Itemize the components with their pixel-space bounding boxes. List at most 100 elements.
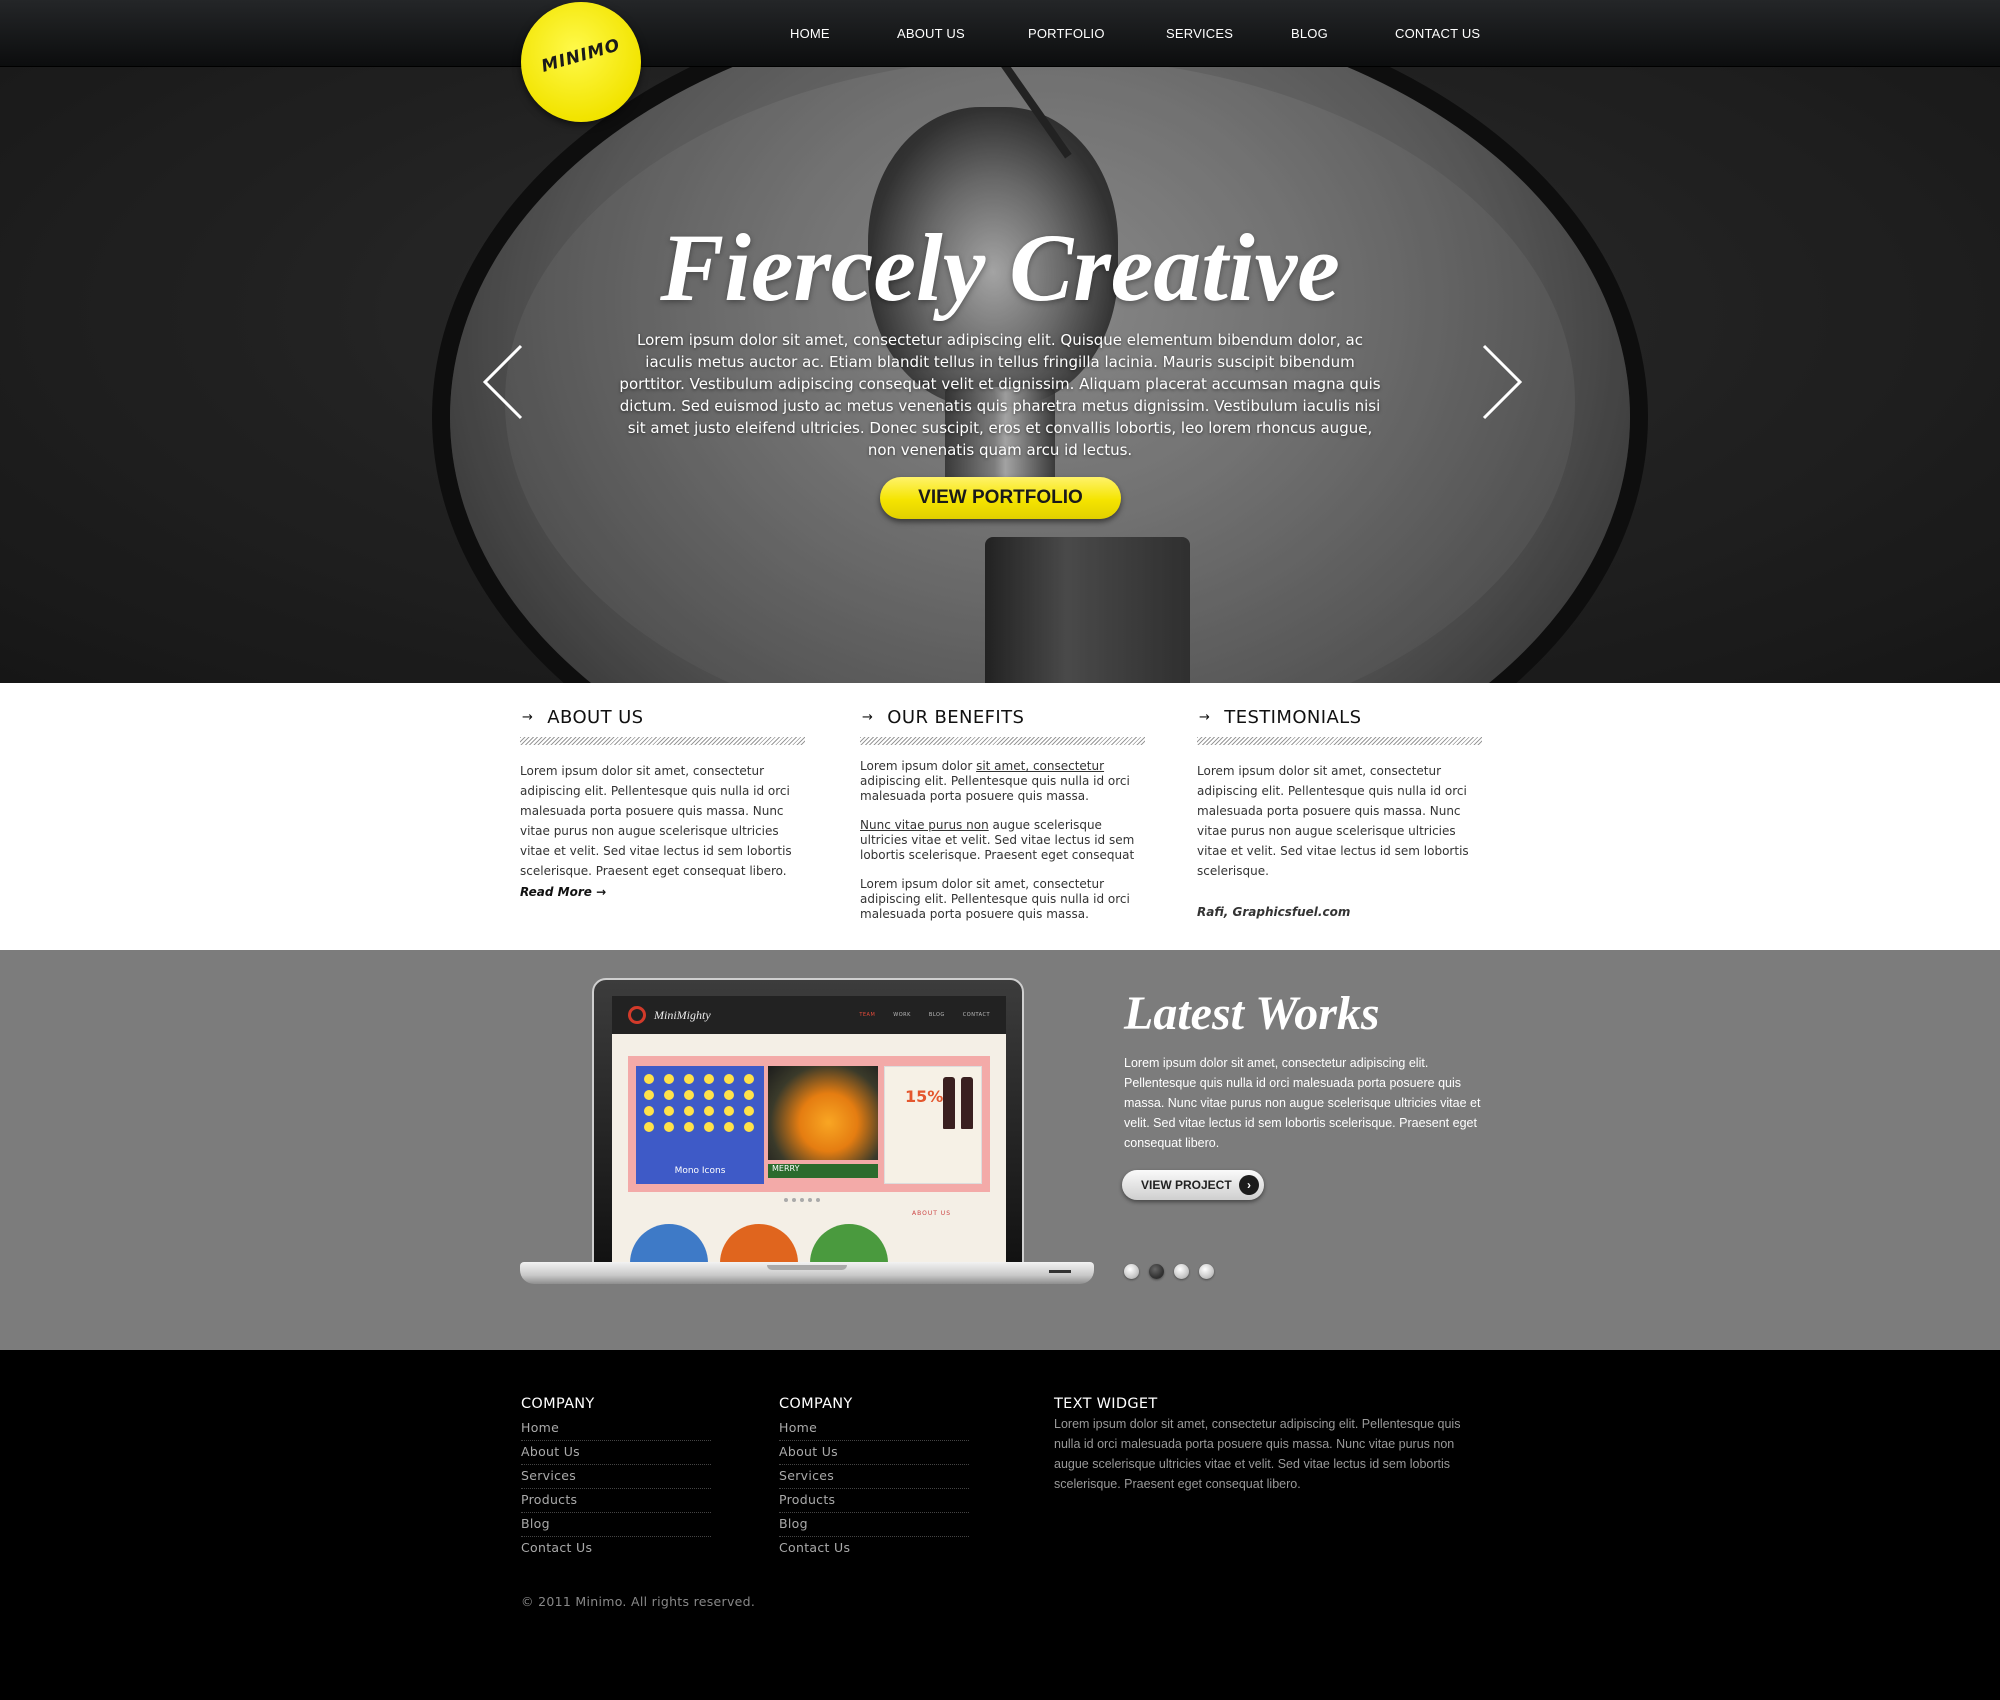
hero-title: Fiercely Creative <box>660 214 1340 321</box>
mock-nav-item: TEAM <box>859 1012 876 1018</box>
arrow-right-icon: → <box>1199 710 1211 725</box>
benefits-title: OUR BENEFITS <box>887 707 1025 728</box>
slider-prev-button[interactable] <box>475 342 535 422</box>
arrow-right-icon: → <box>862 710 874 725</box>
footer-link-home[interactable]: Home <box>521 1420 559 1435</box>
benefits-text: adipiscing elit. Pellentesque quis nulla… <box>860 774 1130 803</box>
testimonials-column: → TESTIMONIALS Lorem ipsum dolor sit amet… <box>1197 707 1482 919</box>
divider <box>520 737 805 745</box>
hero-slider: Fiercely Creative Lorem ipsum dolor sit … <box>0 67 2000 683</box>
bottle-icon <box>943 1077 955 1129</box>
benefits-link-2[interactable]: Nunc vitae purus non <box>860 818 989 832</box>
footer-widget-text: Lorem ipsum dolor sit amet, consectetur … <box>1054 1417 1461 1491</box>
footer-link-services[interactable]: Services <box>521 1468 576 1483</box>
slider-next-button[interactable] <box>1470 342 1530 422</box>
nav-portfolio[interactable]: PORTFOLIO <box>1028 26 1105 41</box>
laptop-notch <box>767 1265 847 1270</box>
copyright: © 2011 Minimo. All rights reserved. <box>521 1594 756 1609</box>
footer-link-contact-us[interactable]: Contact Us <box>779 1540 850 1555</box>
footer-link-services[interactable]: Services <box>779 1468 834 1483</box>
view-project-button[interactable]: VIEW PROJECT › <box>1122 1170 1264 1200</box>
mock-icon-grid <box>644 1074 758 1132</box>
chevron-right-icon <box>1482 344 1523 420</box>
mock-photo-caption: MERRY <box>768 1164 878 1178</box>
footer-heading: COMPANY <box>521 1396 595 1412</box>
footer-link-products[interactable]: Products <box>521 1492 577 1507</box>
benefits-paragraph-2: Nunc vitae purus non augue scelerisque u… <box>860 818 1145 863</box>
footer-link-contact-us[interactable]: Contact Us <box>521 1540 592 1555</box>
mock-nav-item: CONTACT <box>962 1012 990 1018</box>
benefits-paragraph-1: Lorem ipsum dolor sit amet, consectetur … <box>860 759 1145 804</box>
footer-links: Home About Us Services Products Blog Con… <box>521 1417 711 1561</box>
footer-link-about-us[interactable]: About Us <box>521 1444 580 1459</box>
view-portfolio-button[interactable]: VIEW PORTFOLIO <box>880 477 1121 519</box>
nav-contact-us[interactable]: CONTACT US <box>1395 26 1480 41</box>
laptop-base <box>520 1262 1094 1284</box>
mock-flower-photo <box>768 1066 878 1160</box>
nav-about-us[interactable]: ABOUT US <box>897 26 965 41</box>
nav-blog[interactable]: BLOG <box>1291 26 1328 41</box>
divider <box>1197 737 1482 745</box>
about-title: ABOUT US <box>547 707 644 728</box>
mock-site-nav: TEAM WORK BLOG CONTACT <box>859 1012 1006 1018</box>
latest-works-section: MiniMighty TEAM WORK BLOG CONTACT Mono I… <box>0 950 2000 1350</box>
bottle-icon <box>961 1077 973 1129</box>
mock-discount: 15% <box>905 1087 944 1106</box>
logo-text: MINIMO <box>539 35 623 77</box>
footer-link-home[interactable]: Home <box>779 1420 817 1435</box>
hero-text: Lorem ipsum dolor sit amet, consectetur … <box>619 331 1381 459</box>
mock-site-banner: Mono Icons MERRY 15% <box>628 1056 990 1192</box>
mock-nav-item: WORK <box>893 1012 911 1018</box>
mock-site-logo-icon <box>628 1006 646 1024</box>
mock-icons-caption: Mono Icons <box>674 1166 726 1176</box>
mock-nav-item: BLOG <box>928 1012 945 1018</box>
testimonials-heading: → TESTIMONIALS <box>1197 707 1482 728</box>
benefits-heading: → OUR BENEFITS <box>860 707 1145 728</box>
nav-services[interactable]: SERVICES <box>1166 26 1233 41</box>
arrow-right-icon: → <box>522 710 534 725</box>
about-column: → ABOUT US Lorem ipsum dolor sit amet, co… <box>520 707 805 900</box>
footer-links: Home About Us Services Products Blog Con… <box>779 1417 969 1561</box>
top-navigation-bar: HOME ABOUT US PORTFOLIO SERVICES BLOG CO… <box>0 0 2000 67</box>
divider <box>860 737 1145 745</box>
footer-link-about-us[interactable]: About Us <box>779 1444 838 1459</box>
chevron-right-icon: › <box>1239 1175 1259 1195</box>
testimonial-author: Rafi, Graphicsfuel.com <box>1197 905 1351 919</box>
slider-dot[interactable] <box>1124 1264 1139 1279</box>
mock-product-panel: 15% <box>884 1066 982 1184</box>
footer-text-widget: TEXT WIDGET Lorem ipsum dolor sit amet, … <box>1054 1396 1484 1494</box>
testimonial-text: Lorem ipsum dolor sit amet, consectetur … <box>1197 764 1469 878</box>
footer-heading: COMPANY <box>779 1396 853 1412</box>
info-section: → ABOUT US Lorem ipsum dolor sit amet, co… <box>0 683 2000 950</box>
logo[interactable]: MINIMO <box>521 2 641 122</box>
slider-dot[interactable] <box>1174 1264 1189 1279</box>
benefits-text: Lorem ipsum dolor <box>860 759 977 773</box>
benefits-column: → OUR BENEFITS Lorem ipsum dolor sit amet… <box>860 707 1145 922</box>
footer-company-column-2: COMPANY Home About Us Services Products … <box>779 1396 969 1561</box>
laptop-screen: MiniMighty TEAM WORK BLOG CONTACT Mono I… <box>612 996 1006 1268</box>
about-text: Lorem ipsum dolor sit amet, consectetur … <box>520 764 792 878</box>
footer-company-column-1: COMPANY Home About Us Services Products … <box>521 1396 711 1561</box>
latest-works-title: Latest Works <box>1124 987 1380 1040</box>
footer-link-products[interactable]: Products <box>779 1492 835 1507</box>
mock-slider-dots <box>784 1198 820 1202</box>
benefits-link-1[interactable]: sit amet, consectetur <box>976 759 1104 773</box>
footer-widget-title: TEXT WIDGET <box>1054 1396 1158 1412</box>
works-slider-dots <box>1124 1264 1214 1279</box>
mock-site-header: MiniMighty TEAM WORK BLOG CONTACT <box>612 996 1006 1034</box>
nav-home[interactable]: HOME <box>790 26 830 41</box>
footer-link-blog[interactable]: Blog <box>779 1516 808 1531</box>
read-more-link[interactable]: Read More → <box>520 885 606 899</box>
view-project-label: VIEW PROJECT <box>1141 1178 1232 1192</box>
mock-section-label: ABOUT US <box>912 1210 952 1217</box>
laptop-mockup[interactable]: MiniMighty TEAM WORK BLOG CONTACT Mono I… <box>592 978 1024 1270</box>
slider-dot-active[interactable] <box>1149 1264 1164 1279</box>
slider-dot[interactable] <box>1199 1264 1214 1279</box>
chevron-left-icon <box>482 344 523 420</box>
mock-site-brand: MiniMighty <box>654 1007 711 1022</box>
footer-link-blog[interactable]: Blog <box>521 1516 550 1531</box>
about-heading: → ABOUT US <box>520 707 805 728</box>
laptop-led <box>1049 1270 1071 1273</box>
benefits-paragraph-3: Lorem ipsum dolor sit amet, consectetur … <box>860 877 1130 921</box>
testimonials-title: TESTIMONIALS <box>1224 707 1362 728</box>
